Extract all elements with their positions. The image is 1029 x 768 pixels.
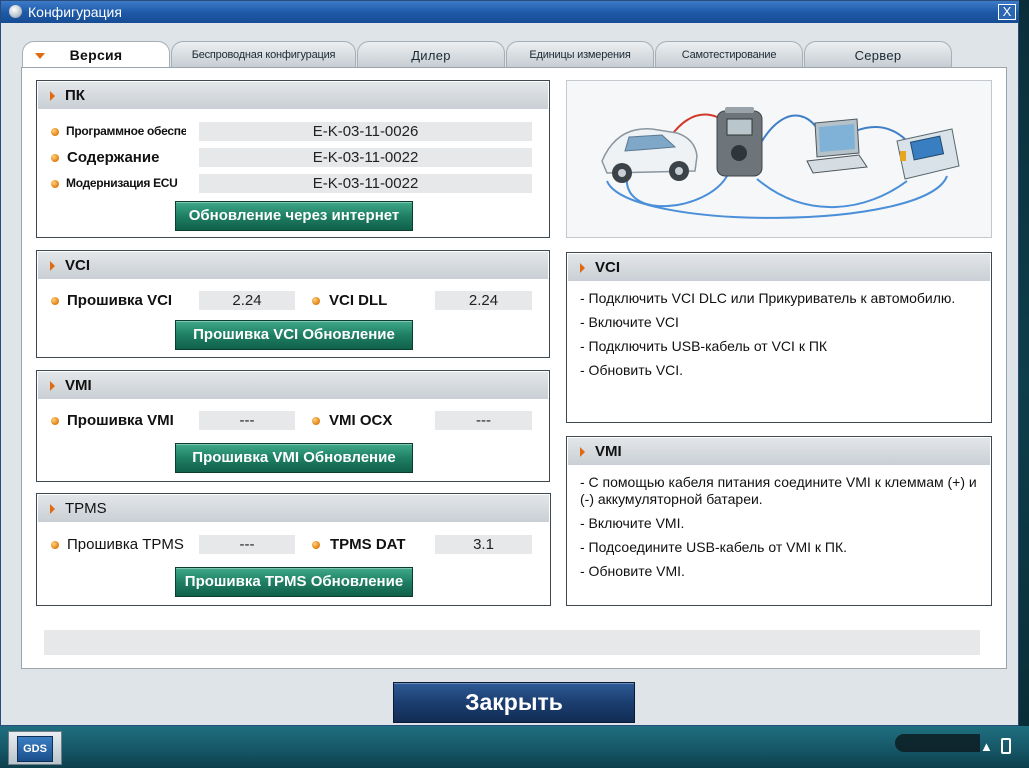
desktop-edge [1019, 0, 1029, 768]
vci-step-2: - Включите VCI [580, 314, 679, 330]
window-title: Конфигурация [28, 4, 122, 20]
vmi-step-2: - Включите VMI. [580, 515, 685, 531]
tpms-firmware-value: --- [199, 535, 295, 554]
tab-label: Сервер [854, 48, 902, 63]
tpms-group-title: TPMS [65, 500, 107, 517]
vmi-firmware-update-button[interactable]: Прошивка VMI Обновление [175, 443, 413, 473]
vci-step-4: - Обновить VCI. [580, 362, 684, 378]
vci-dll-value: 2.24 [435, 291, 532, 310]
tpms-firmware-update-button[interactable]: Прошивка TPMS Обновление [175, 567, 413, 597]
gds-logo: GDS [17, 736, 53, 762]
tab-self-test[interactable]: Самотестирование [655, 41, 803, 68]
software-version-value: E-K-03-11-0026 [199, 122, 532, 141]
vci-firmware-label: Прошивка VCI [67, 292, 173, 309]
tab-dealer[interactable]: Дилер [357, 41, 505, 68]
vci-info-panel: VCI - Подключить VCI DLC или Прикуривате… [566, 252, 992, 423]
bullet-icon [51, 128, 59, 136]
tab-version[interactable]: Версия [22, 41, 170, 69]
section-arrow-icon [50, 381, 55, 391]
bullet-icon [51, 541, 59, 549]
tab-label: Дилер [411, 48, 451, 63]
connection-diagram-illustration [601, 107, 960, 219]
pc-group-title: ПК [65, 87, 85, 104]
bullet-icon [312, 297, 320, 305]
content-label: Содержание [67, 149, 160, 166]
vmi-info-header: VMI [568, 438, 990, 465]
tab-label: Единицы измерения [529, 49, 631, 61]
window-close-button[interactable]: X [998, 4, 1016, 20]
section-arrow-icon [50, 504, 55, 514]
app-icon [9, 5, 22, 18]
tab-label: Версия [69, 47, 123, 63]
vmi-info-title: VMI [595, 443, 622, 460]
tpms-dat-label: TPMS DAT [330, 536, 406, 553]
vmi-step-1: - С помощью кабеля питания соедините VMI… [580, 474, 977, 507]
tab-wireless-config[interactable]: Беспроводная конфигурация [171, 41, 356, 68]
vci-info-steps: - Подключить VCI DLC или Прикуриватель к… [580, 290, 980, 386]
pc-group-header: ПК [38, 82, 548, 109]
content-version-value: E-K-03-11-0022 [199, 148, 532, 167]
gds-taskbar-button[interactable]: GDS [8, 731, 62, 765]
tab-label: Беспроводная конфигурация [191, 49, 336, 61]
vci-group-title: VCI [65, 257, 91, 274]
bullet-icon [51, 180, 59, 188]
vci-firmware-update-button[interactable]: Прошивка VCI Обновление [175, 320, 413, 350]
ecu-upgrade-label: Модернизация ECU [66, 176, 178, 190]
configuration-window: Конфигурация X Версия Беспроводная конфи… [0, 0, 1020, 726]
vci-info-title: VCI [595, 259, 621, 276]
tab-units[interactable]: Единицы измерения [506, 41, 654, 68]
tab-server[interactable]: Сервер [804, 41, 952, 68]
vmi-firmware-value: --- [199, 411, 295, 430]
laptop-icon [806, 118, 868, 174]
vmi-info-panel: VMI - С помощью кабеля питания соедините… [566, 436, 992, 606]
vci-step-1: - Подключить VCI DLC или Прикуриватель к… [580, 290, 956, 306]
tray-arrow-icon[interactable]: ▲ [980, 739, 993, 754]
car-icon [601, 128, 698, 183]
section-arrow-icon [50, 261, 55, 271]
section-arrow-icon [580, 447, 585, 457]
vci-device-icon [716, 107, 763, 177]
vmi-ocx-value: --- [435, 411, 532, 430]
internet-update-button[interactable]: Обновление через интернет [175, 201, 413, 231]
section-arrow-icon [50, 91, 55, 101]
vci-firmware-value: 2.24 [199, 291, 295, 310]
vmi-info-steps: - С помощью кабеля питания соедините VMI… [580, 474, 980, 587]
vmi-step-3: - Подсоедините USB-кабель от VMI к ПК. [580, 539, 848, 555]
active-tab-arrow-icon [35, 53, 45, 59]
taskbar-shadow [895, 734, 980, 752]
vci-group: VCI Прошивка VCI 2.24 VCI DLL 2.24 Проши… [36, 250, 550, 358]
ecu-upgrade-value: E-K-03-11-0022 [199, 174, 532, 193]
title-bar[interactable]: Конфигурация X [1, 1, 1020, 23]
bullet-icon [312, 541, 320, 549]
tpms-dat-value: 3.1 [435, 535, 532, 554]
close-button[interactable]: Закрыть [393, 682, 635, 723]
vmi-ocx-label: VMI OCX [329, 412, 393, 429]
vci-step-3: - Подключить USB-кабель от VCI к ПК [580, 338, 828, 354]
vmi-firmware-label: Прошивка VMI [67, 412, 174, 429]
tpms-firmware-label: Прошивка TPMS [67, 536, 184, 553]
pc-group: ПК Программное обеспечени E-K-03-11-0026… [36, 80, 550, 238]
vci-dll-label: VCI DLL [329, 292, 388, 309]
vmi-step-4: - Обновите VMI. [580, 563, 685, 579]
tab-label: Самотестирование [681, 49, 777, 61]
bullet-icon [312, 417, 320, 425]
vmi-group-header: VMI [38, 372, 548, 399]
taskbar [0, 726, 1029, 768]
system-tray: ▲ [980, 738, 1011, 754]
bullet-icon [51, 297, 59, 305]
vmi-device-icon [896, 128, 960, 180]
software-label: Программное обеспечени [66, 124, 186, 138]
tpms-group: TPMS Прошивка TPMS --- TPMS DAT 3.1 Прош… [36, 493, 551, 606]
connection-diagram [566, 80, 992, 238]
bullet-icon [51, 154, 59, 162]
bullet-icon [51, 417, 59, 425]
vmi-group-title: VMI [65, 377, 92, 394]
vmi-group: VMI Прошивка VMI --- VMI OCX --- Прошивк… [36, 370, 550, 482]
vci-info-header: VCI [568, 254, 990, 281]
section-arrow-icon [580, 263, 585, 273]
usb-icon[interactable] [1000, 738, 1011, 754]
vci-group-header: VCI [38, 252, 548, 279]
tpms-group-header: TPMS [38, 495, 549, 522]
progress-bar [44, 630, 980, 655]
